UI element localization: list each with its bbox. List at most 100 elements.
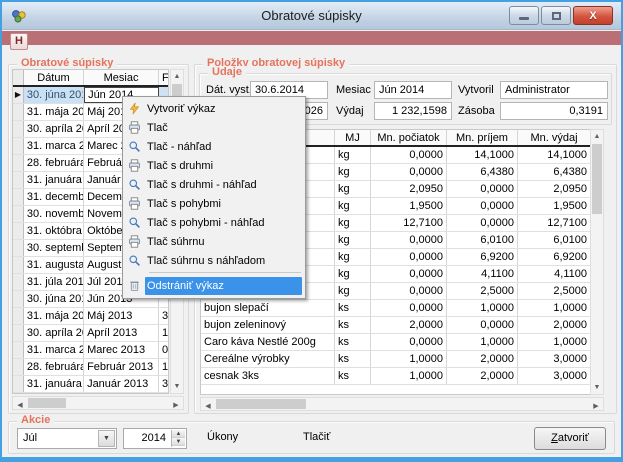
row-marker[interactable] [13,291,24,307]
cell-datum[interactable]: 31. januára 2013 [24,376,84,392]
table-row[interactable]: bujon zeleninovýks2,00000,00002,0000 [201,317,603,334]
row-marker[interactable] [13,189,24,205]
cell-poc[interactable]: 1,0000 [371,351,447,367]
cell-mj[interactable]: ks [335,334,371,350]
grid-vscrollbar-thumb[interactable] [592,144,602,214]
zasoba-field[interactable]: 0,3191 [500,102,608,120]
vydaj-field[interactable]: 1 232,1598 [374,102,452,120]
table-row[interactable]: Cereálne výrobkyks1,00002,00003,0000 [201,351,603,368]
cell-prijem[interactable]: 14,1000 [447,147,518,163]
cell-prijem[interactable]: 2,0000 [447,351,518,367]
cell-poc[interactable]: 1,0000 [371,368,447,384]
cell-datum[interactable]: 30. novembra 2013 [24,206,84,222]
f-column-header[interactable]: F [159,70,168,85]
cell-mj[interactable]: kg [335,283,371,299]
cell-datum[interactable]: 30. júna 2013 [24,291,84,307]
grid-hscrollbar-thumb[interactable] [216,399,306,409]
cell-poc[interactable]: 0,0000 [371,334,447,350]
cell-mj[interactable]: kg [335,266,371,282]
scroll-left-icon[interactable]: ◀ [16,401,24,409]
cell-datum[interactable]: 31. marca 2013 [24,342,84,358]
cell-prijem[interactable]: 1,0000 [447,300,518,316]
cell-prijem[interactable]: 2,5000 [447,283,518,299]
menu-item[interactable]: Odstrániť výkaz [123,275,305,296]
cell-poc[interactable]: 12,7100 [371,215,447,231]
menu-item[interactable]: Tlač súhrnu [123,232,305,251]
cell-f[interactable]: 1 [159,359,168,375]
table-row[interactable]: 31. marca 2013Marec 20130 [13,342,168,359]
cell-prijem[interactable]: 4,1100 [447,266,518,282]
cell-datum[interactable]: 31. októbra 2013 [24,223,84,239]
cell-vydaj[interactable]: 12,7100 [518,215,590,231]
row-marker[interactable] [13,223,24,239]
mesiac-field[interactable]: Jún 2014 [374,81,452,99]
close-button[interactable]: X [573,6,613,25]
cell-poc[interactable]: 0,0000 [371,266,447,282]
cell-datum[interactable]: 31. decembra 2013 [24,189,84,205]
row-marker[interactable] [13,308,24,324]
cell-mj[interactable]: ks [335,351,371,367]
tlacit-button[interactable]: Tlačiť [303,431,330,443]
cell-mj[interactable]: kg [335,147,371,163]
spin-down-icon[interactable]: ▼ [172,438,185,446]
vydaj-column-header[interactable]: Mn. výdaj [518,130,590,145]
row-marker[interactable] [13,325,24,341]
cell-mesiac[interactable]: Apríl 2013 [84,325,159,341]
month-dropdown[interactable]: Júl ▼ [17,428,117,449]
scroll-down-icon[interactable]: ▼ [591,384,603,391]
cell-mj[interactable]: kg [335,249,371,265]
cell-mj[interactable]: kg [335,232,371,248]
cell-vydaj[interactable]: 1,0000 [518,334,590,350]
row-marker[interactable] [13,342,24,358]
row-marker[interactable] [13,359,24,375]
cell-poc[interactable]: 2,0000 [371,317,447,333]
datum-column-header[interactable]: Dátum [24,70,84,85]
cell-poc[interactable]: 0,0000 [371,147,447,163]
cell-poc[interactable]: 0,0000 [371,164,447,180]
menu-item[interactable]: Tlač súhrnu s náhľadom [123,251,305,270]
row-marker[interactable] [13,274,24,290]
row-marker[interactable]: ▶ [13,87,24,103]
grid-hscrollbar[interactable]: ◀ ▶ [200,397,604,411]
cell-vydaj[interactable]: 2,5000 [518,283,590,299]
cell-vydaj[interactable]: 6,9200 [518,249,590,265]
scroll-down-icon[interactable]: ▼ [171,383,183,390]
cell-f[interactable]: 1 [159,325,168,341]
cell-prijem[interactable]: 0,0000 [447,181,518,197]
cell-datum[interactable]: 31. augusta 2013 [24,257,84,273]
scroll-left-icon[interactable]: ◀ [204,402,212,410]
table-row[interactable]: Caro káva Nestlé 200gks0,00001,00001,000… [201,334,603,351]
cell-datum[interactable]: 28. februára 2014 [24,155,84,171]
spin-up-icon[interactable]: ▲ [172,430,185,438]
poc-column-header[interactable]: Mn. počiatok [371,130,447,145]
cell-poc[interactable]: 0,0000 [371,283,447,299]
cell-datum[interactable]: 31. januára 2014 [24,172,84,188]
months-hscrollbar-thumb[interactable] [28,398,66,408]
cell-prijem[interactable]: 6,4380 [447,164,518,180]
cell-poc[interactable]: 0,0000 [371,300,447,316]
row-marker[interactable] [13,257,24,273]
cell-f[interactable]: 0 [159,342,168,358]
cell-prijem[interactable]: 0,0000 [447,215,518,231]
row-marker[interactable] [13,104,24,120]
cell-vydaj[interactable]: 2,0950 [518,181,590,197]
cell-prijem[interactable]: 1,0000 [447,334,518,350]
table-row[interactable]: 31. mája 2013Máj 20133 [13,308,168,325]
minimize-button[interactable] [509,6,539,25]
vytvoril-field[interactable]: Administrator [500,81,608,99]
scroll-right-icon[interactable]: ▶ [172,401,180,409]
mesiac-column-header[interactable]: Mesiac [84,70,159,85]
row-marker[interactable] [13,138,24,154]
cell-vydaj[interactable]: 1,9500 [518,198,590,214]
mj-column-header[interactable]: MJ [335,130,371,145]
cell-mj[interactable]: ks [335,368,371,384]
cell-datum[interactable]: 30. apríla 2013 [24,325,84,341]
cell-nazov[interactable]: Caro káva Nestlé 200g [201,334,335,350]
menu-item[interactable]: Tlač - náhľad [123,137,305,156]
year-stepper[interactable]: 2014 ▲ ▼ [123,428,187,449]
cell-vydaj[interactable]: 2,0000 [518,317,590,333]
cell-mesiac[interactable]: Máj 2013 [84,308,159,324]
cell-f[interactable]: 3 [159,308,168,324]
menu-item[interactable]: Tlač s pohybmi [123,194,305,213]
cell-mj[interactable]: kg [335,215,371,231]
